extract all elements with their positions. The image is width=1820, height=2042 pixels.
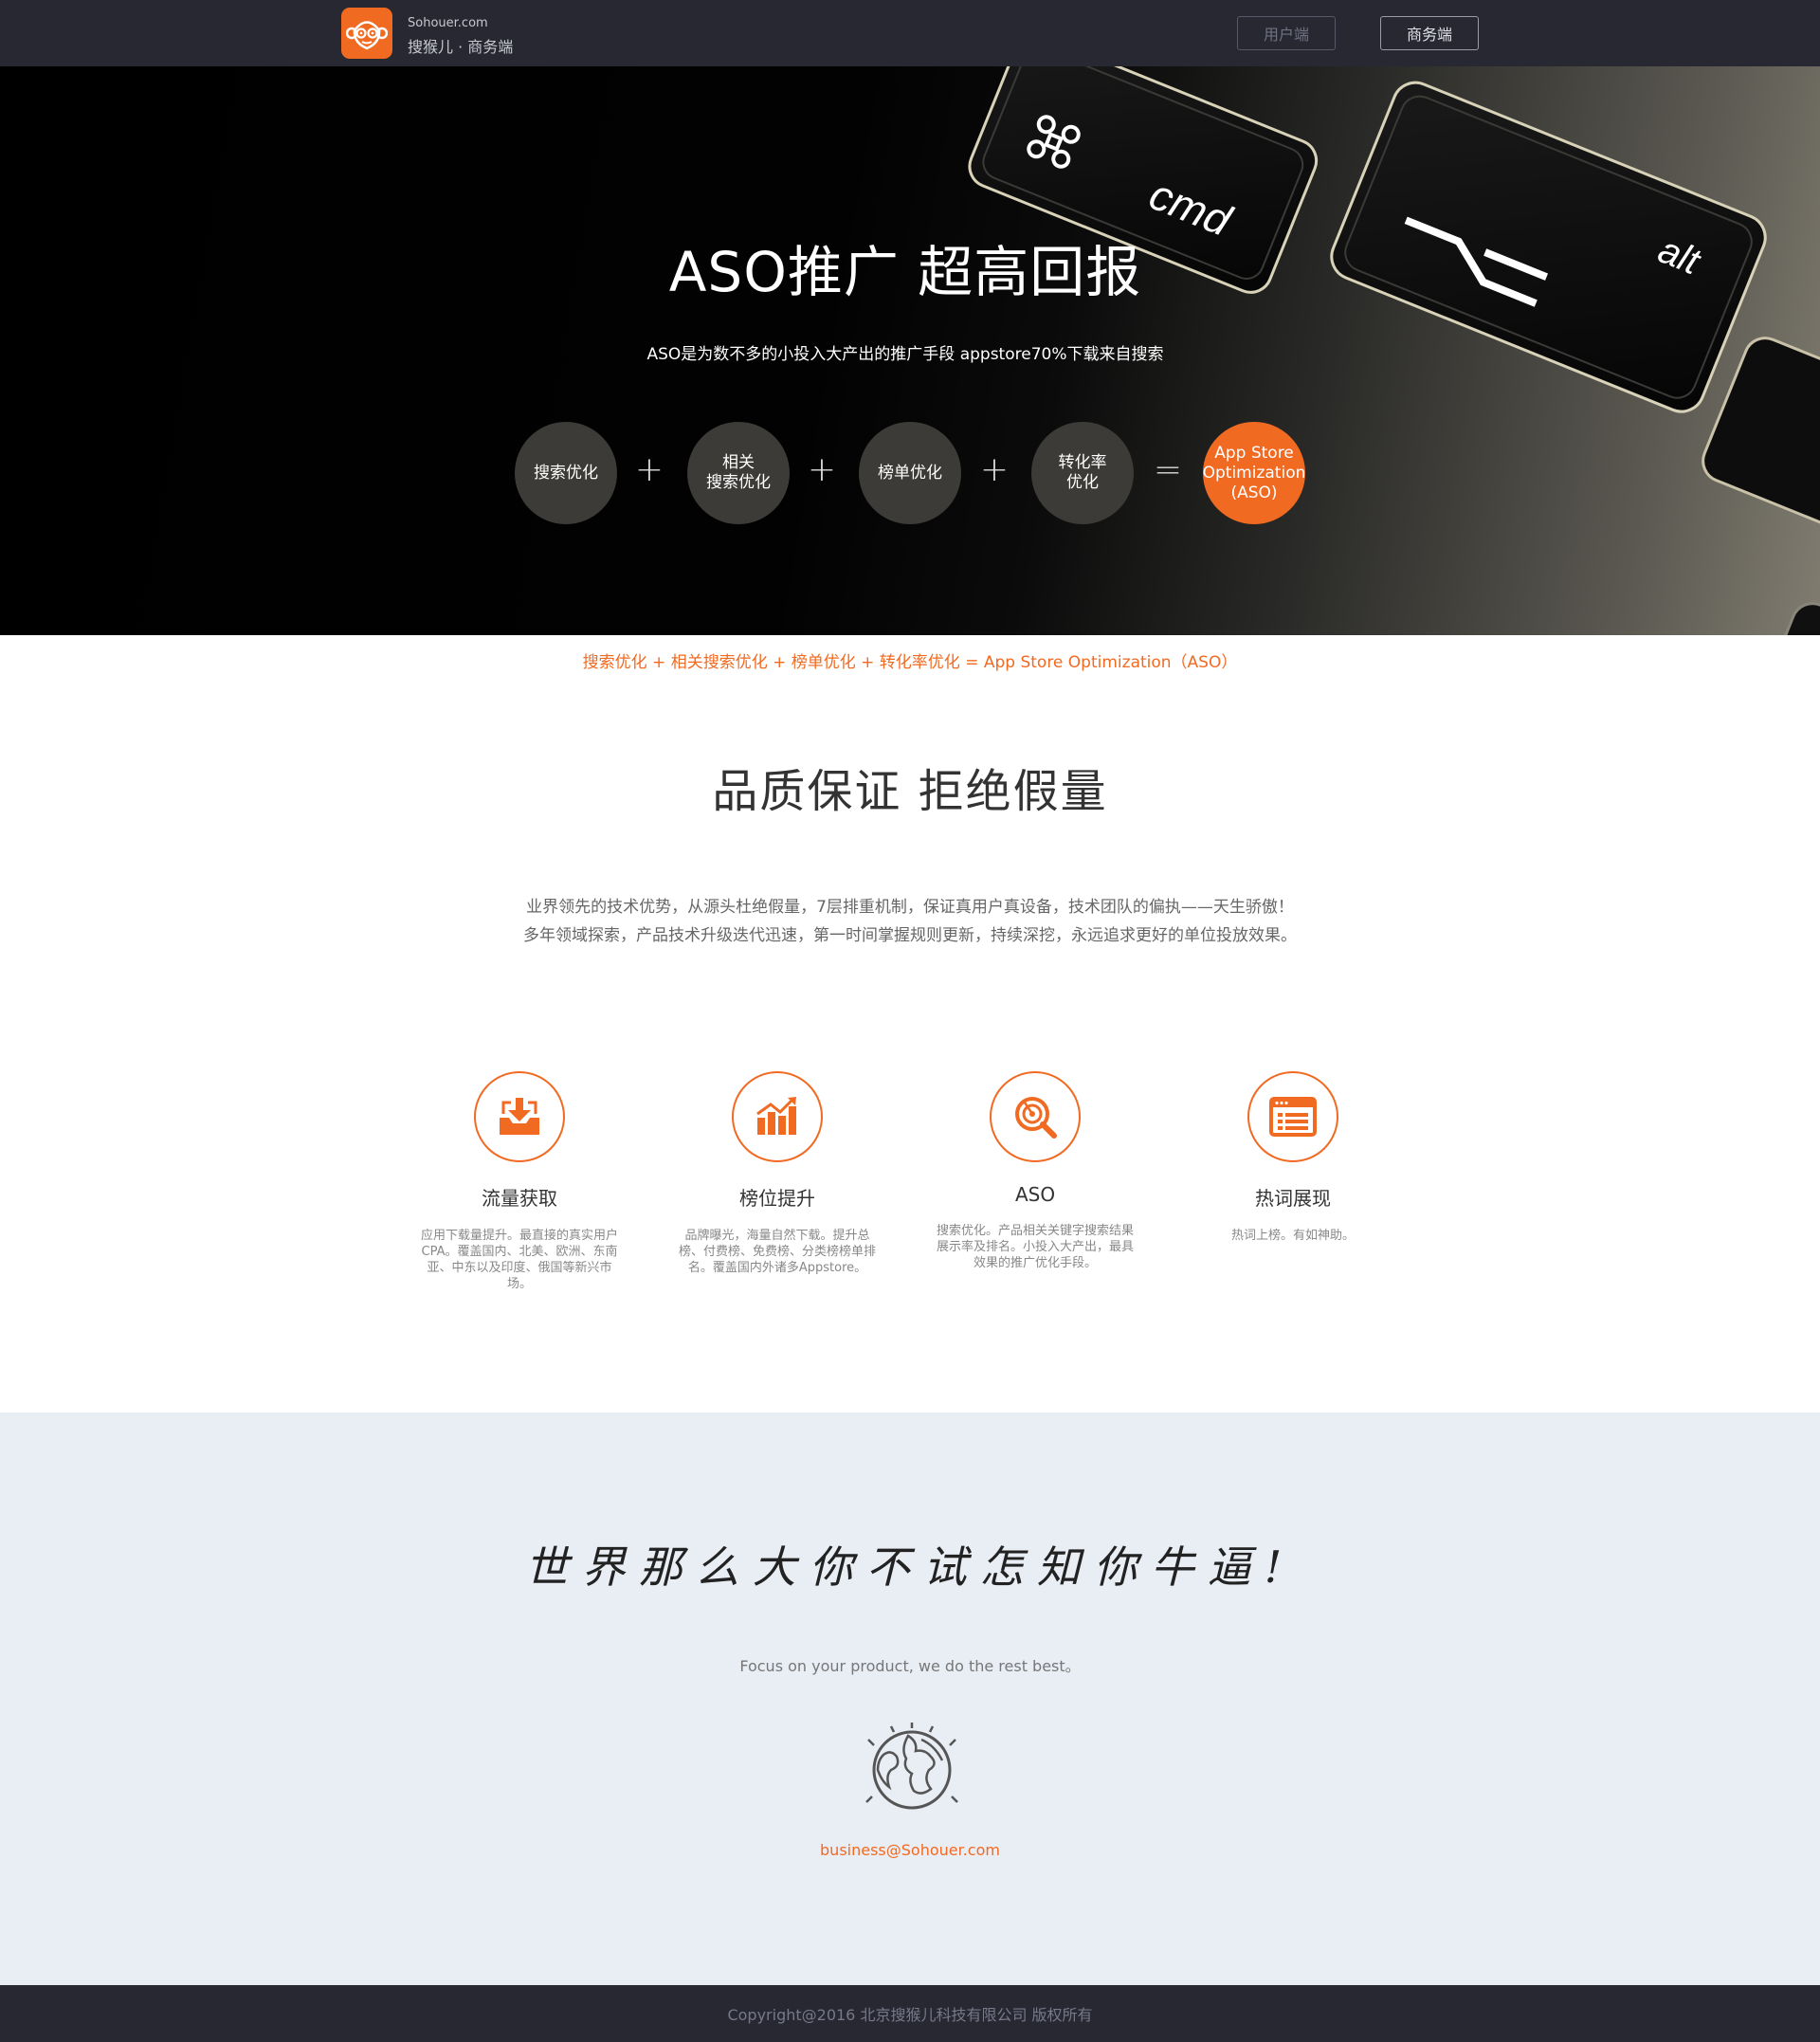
equals-sign: = <box>1153 450 1183 489</box>
plus-sign: + <box>634 450 664 489</box>
formula-bubble-aso-result: App Store Optimization (ASO) <box>1203 422 1305 524</box>
feature-traffic: 流量获取 应用下载量提升。最直接的真实用户CPA。覆盖国内、北美、欧洲、东南亚、… <box>406 1071 633 1292</box>
formula-bubble-ranking: 榜单优化 <box>859 422 961 524</box>
monkey-logo-icon[interactable] <box>341 8 392 59</box>
feature-description: 热词上榜。有如神助。 <box>1230 1229 1355 1243</box>
business-portal-button[interactable]: 商务端 <box>1380 16 1479 50</box>
feature-description: 搜索优化。产品相关关键字搜索结果展示率及排名。小投入大产出，最具效果的推广优化手… <box>936 1224 1134 1270</box>
slogan-text: 世界那么大你不试怎知你牛逼! <box>524 1541 1296 1593</box>
feature-aso: ASO 搜索优化。产品相关关键字搜索结果展示率及排名。小投入大产出，最具效果的推… <box>921 1071 1149 1271</box>
feature-title: 流量获取 <box>482 1187 557 1210</box>
focus-tagline: Focus on your product, we do the rest be… <box>739 1657 1081 1675</box>
quality-description: 业界领先的技术优势，从源头杜绝假量，7层排重机制，保证真用户真设备，技术团队的偏… <box>0 893 1820 950</box>
user-portal-button[interactable]: 用户端 <box>1237 16 1336 50</box>
formula-summary-text: 搜索优化 + 相关搜索优化 + 榜单优化 + 转化率优化 = App Store… <box>582 653 1238 672</box>
quality-desc-line: 多年领域探索，产品技术升级迭代迅速，第一时间掌握规则更新，持续深挖，永远追求更好… <box>523 926 1297 945</box>
brand-domain: Sohouer.com <box>408 16 488 30</box>
contact-email-link[interactable]: business@Sohouer.com <box>0 1841 1820 1859</box>
feature-title: 榜位提升 <box>739 1187 815 1210</box>
footer: Copyright@2016 北京搜猴儿科技有限公司 版权所有 <box>0 1985 1820 2042</box>
download-tray-icon <box>474 1071 565 1162</box>
formula-bubble-related-search: 相关 搜索优化 <box>687 422 790 524</box>
formula-bubble-search: 搜索优化 <box>515 422 617 524</box>
plus-sign: + <box>979 450 1010 489</box>
plus-sign: + <box>807 450 837 489</box>
quality-section-title: 品质保证 拒绝假量 <box>712 765 1108 818</box>
hero-banner: cmd alt ASO推广 超高回报 ASO是为数不多的小投入大产出的推广手段 … <box>0 66 1820 635</box>
formula-bubble-conversion: 转化率 优化 <box>1031 422 1134 524</box>
feature-ranking: 榜位提升 品牌曝光，海量自然下载。提升总榜、付费榜、免费榜、分类榜榜单排名。覆盖… <box>664 1071 891 1276</box>
copyright-text: Copyright@2016 北京搜猴儿科技有限公司 版权所有 <box>727 2006 1093 2024</box>
feature-description: 品牌曝光，海量自然下载。提升总榜、付费榜、免费榜、分类榜榜单排名。覆盖国内外诸多… <box>678 1229 876 1275</box>
globe-icon <box>865 1723 958 1810</box>
browser-list-icon <box>1247 1071 1338 1162</box>
slogan-section: 世界那么大你不试怎知你牛逼! Focus on your product, we… <box>0 1413 1820 1985</box>
target-search-icon <box>990 1071 1081 1162</box>
feature-description: 应用下载量提升。最直接的真实用户CPA。覆盖国内、北美、欧洲、东南亚、中东以及印… <box>420 1229 618 1291</box>
aso-formula: 搜索优化 + 相关 搜索优化 + 榜单优化 + 转化率 优化 = App Sto… <box>0 422 1820 526</box>
feature-hot-keywords: 热词展现 热词上榜。有如神助。 <box>1179 1071 1407 1244</box>
feature-title: ASO <box>1014 1183 1056 1206</box>
hero-title: ASO推广 超高回报 <box>668 240 1142 304</box>
bar-chart-up-icon <box>732 1071 823 1162</box>
feature-title: 热词展现 <box>1255 1187 1331 1210</box>
quality-desc-line: 业界领先的技术优势，从源头杜绝假量，7层排重机制，保证真用户真设备，技术团队的偏… <box>526 898 1294 917</box>
top-navbar: Sohouer.com 搜猴儿 · 商务端 用户端 商务端 <box>0 0 1820 66</box>
hero-subtitle: ASO是为数不多的小投入大产出的推广手段 appstore70%下载来自搜索 <box>646 345 1164 364</box>
brand-name: 搜猴儿 · 商务端 <box>408 38 514 56</box>
